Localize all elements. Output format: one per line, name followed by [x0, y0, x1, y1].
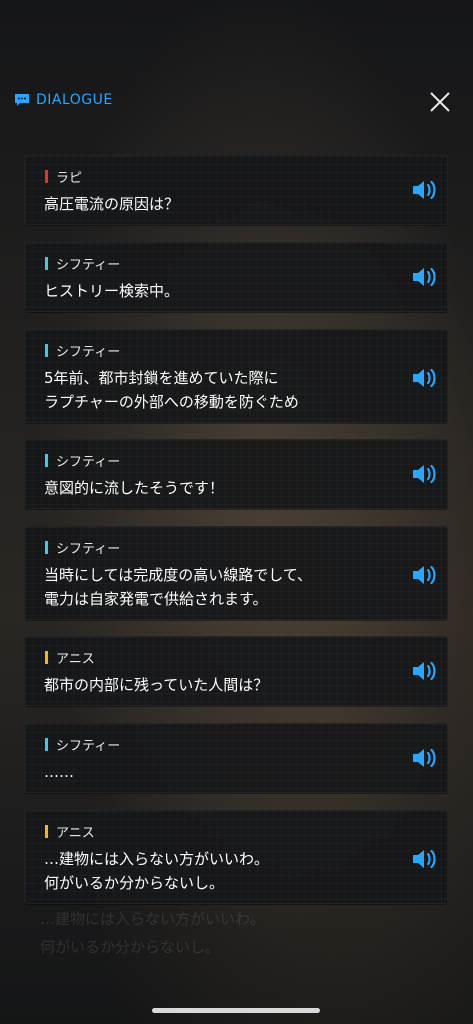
speaker-name: シフティー — [56, 542, 121, 557]
voice-play-icon[interactable] — [411, 563, 439, 587]
speaker-label: アニス — [45, 648, 95, 667]
list-item: アニス 都市の内部に残っていた人間は？ — [24, 636, 448, 706]
speaker-label: シフティー — [45, 341, 120, 360]
close-icon[interactable] — [428, 90, 452, 114]
list-item: シフティー 意図的に流したそうです！ — [24, 439, 448, 509]
speaker-name: シフティー — [56, 739, 121, 754]
speaker-color-bar — [45, 257, 48, 270]
dialogue-title-label: DIALOGUE — [36, 92, 113, 108]
list-item: ラピ 高圧電流の原因は？ — [24, 155, 448, 225]
speaker-label: シフティー — [45, 735, 120, 754]
voice-play-icon[interactable] — [411, 746, 439, 770]
dialogue-text: ヒストリー検索中。 — [44, 282, 180, 300]
voice-play-icon[interactable] — [411, 462, 439, 486]
speaker-color-bar — [45, 541, 48, 554]
list-item: シフティー 5年前、都市封鎖を進めていた際に ラプチャーの外部への移動を防ぐため — [24, 329, 448, 423]
speaker-label: シフティー — [45, 451, 120, 470]
dialogue-title: DIALOGUE — [14, 92, 113, 108]
dialogue-text: 当時にしては完成度の高い線路でして、 電力は自家発電で供給されます。 — [44, 566, 313, 608]
voice-play-icon[interactable] — [411, 366, 439, 390]
speaker-color-bar — [45, 454, 48, 467]
speaker-label: シフティー — [45, 538, 120, 557]
dialogue-text: …… — [44, 763, 74, 781]
dialogue-text: 高圧電流の原因は？ — [44, 195, 180, 213]
speaker-color-bar — [45, 738, 48, 751]
dialogue-text: 都市の内部に残っていた人間は？ — [44, 676, 269, 694]
background-ghost-text: …建物には入らない方がいいわ。 何がいるか分からないし。 — [40, 910, 266, 956]
speaker-color-bar — [45, 170, 48, 183]
home-indicator[interactable] — [152, 1008, 320, 1013]
chat-bubble-icon — [15, 94, 29, 106]
speaker-name: アニス — [56, 652, 95, 667]
speaker-color-bar — [45, 651, 48, 664]
dialogue-text: 意図的に流したそうです！ — [44, 479, 225, 497]
voice-play-icon[interactable] — [411, 178, 439, 202]
voice-play-icon[interactable] — [411, 659, 439, 683]
speaker-name: アニス — [56, 826, 95, 841]
speaker-label: アニス — [45, 822, 95, 841]
voice-play-icon[interactable] — [411, 265, 439, 289]
dialogue-text: …建物には入らない方がいいわ。 何がいるか分からないし。 — [44, 850, 270, 892]
list-item: シフティー …… — [24, 723, 448, 793]
list-item: アニス …建物には入らない方がいいわ。 何がいるか分からないし。 — [24, 810, 448, 904]
speaker-color-bar — [45, 825, 48, 838]
speaker-label: ラピ — [45, 167, 82, 186]
speaker-name: シフティー — [56, 455, 121, 470]
dialogue-header: DIALOGUE — [0, 86, 473, 120]
dialogue-text: 5年前、都市封鎖を進めていた際に ラプチャーの外部への移動を防ぐため — [44, 369, 299, 411]
list-item: シフティー 当時にしては完成度の高い線路でして、 電力は自家発電で供給されます。 — [24, 526, 448, 620]
speaker-name: シフティー — [56, 345, 121, 360]
voice-play-icon[interactable] — [411, 847, 439, 871]
speaker-name: シフティー — [56, 258, 121, 273]
speaker-color-bar — [45, 344, 48, 357]
speaker-label: シフティー — [45, 254, 120, 273]
list-item: シフティー ヒストリー検索中。 — [24, 242, 448, 312]
speaker-name: ラピ — [56, 171, 83, 186]
